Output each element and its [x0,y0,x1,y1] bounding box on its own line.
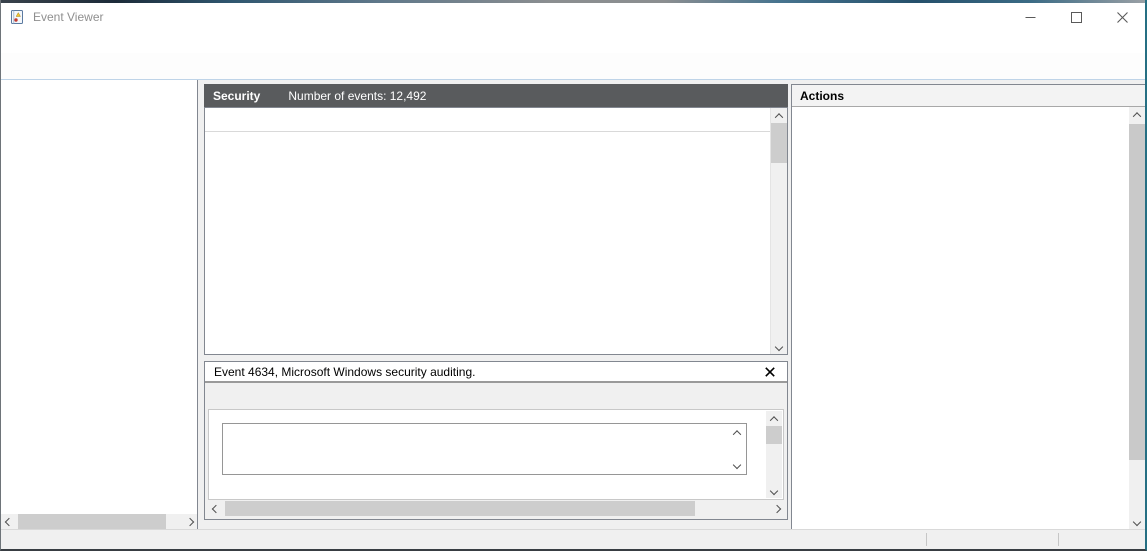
chevron-down-icon [733,461,741,469]
scroll-right-button[interactable] [769,501,784,516]
chevron-right-icon [772,504,780,512]
scroll-right-button[interactable] [182,514,197,529]
scroll-up-button[interactable] [772,108,787,123]
statusbar [1,529,1145,549]
chevron-left-icon [4,517,12,525]
window-title: Event Viewer [33,10,1007,24]
scrollbar-thumb[interactable] [18,514,166,529]
chevron-down-icon [770,486,778,494]
minimize-button[interactable] [1007,3,1053,31]
statusbar-divider [926,533,927,546]
log-name: Security [213,89,260,103]
maximize-button[interactable] [1053,3,1099,31]
actions-pane-title: Actions [792,85,1145,107]
actions-vertical-scrollbar[interactable] [1129,107,1145,529]
chevron-left-icon [211,504,219,512]
close-icon [765,367,775,377]
event-description-box[interactable] [222,423,747,475]
log-view-header: Security Number of events: 12,492 [204,84,788,107]
scrollbar-thumb[interactable] [766,426,782,444]
scroll-down-button[interactable] [1130,514,1145,529]
scrollbar-thumb[interactable] [1129,124,1145,460]
chevron-up-icon [770,416,778,424]
event-viewer-window: Event Viewer Security [0,0,1147,551]
inner-scroll-up-button[interactable] [730,426,744,440]
maximize-icon [1071,12,1082,23]
minimize-icon [1025,12,1036,23]
chevron-up-icon [775,113,783,121]
log-view-pane: Security Number of events: 12,492 Event … [204,84,788,529]
chevron-up-icon [1133,112,1141,120]
window-controls [1007,3,1145,31]
event-list-body [205,133,770,354]
preview-close-button[interactable] [762,364,778,380]
console-tree-pane [1,80,198,529]
preview-header: Event 4634, Microsoft Windows security a… [205,362,787,383]
scroll-up-button[interactable] [767,411,782,426]
scroll-left-button[interactable] [208,501,223,516]
event-list-vertical-scrollbar[interactable] [770,108,787,354]
actions-pane: Actions [791,84,1145,529]
chevron-down-icon [1133,517,1141,525]
chevron-up-icon [733,430,741,438]
scroll-down-button[interactable] [772,339,787,354]
preview-horizontal-scrollbar[interactable] [208,501,784,516]
actions-list [792,107,1129,529]
close-button[interactable] [1099,3,1145,31]
event-viewer-app-icon [9,9,25,25]
statusbar-divider [1058,533,1059,546]
event-list-header-row [205,108,770,132]
chevron-right-icon [185,517,193,525]
scrollbar-thumb[interactable] [225,501,695,516]
tree-horizontal-scrollbar[interactable] [1,514,197,529]
chevron-down-icon [775,342,783,350]
scroll-up-button[interactable] [1130,107,1145,122]
preview-vertical-scrollbar[interactable] [766,411,782,498]
preview-title: Event 4634, Microsoft Windows security a… [214,365,762,379]
scrollbar-thumb[interactable] [771,123,788,163]
titlebar: Event Viewer [1,3,1145,31]
menubar [1,31,1145,53]
event-list [204,107,788,355]
scroll-down-button[interactable] [767,483,782,498]
main-area: Security Number of events: 12,492 Event … [1,80,1145,529]
event-count-label: Number of events: 12,492 [288,89,426,103]
close-icon [1117,12,1128,23]
scroll-left-button[interactable] [1,514,16,529]
inner-scroll-down-button[interactable] [730,458,744,472]
event-preview-pane: Event 4634, Microsoft Windows security a… [204,361,788,520]
preview-tab-page [208,409,784,500]
preview-tabs [205,383,787,407]
toolbar [1,53,1145,80]
